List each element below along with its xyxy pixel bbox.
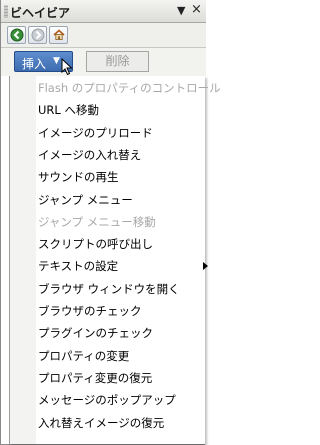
menu-item[interactable]: ブラウザ ウィンドウを開く	[38, 280, 204, 298]
menu-item: Flash のプロパティのコントロール	[38, 81, 221, 95]
behaviors-panel: ビヘイビア ▼ × 挿入 ▼ 削除 Flash のプロパティのコントロール UR…	[0, 0, 221, 445]
chevron-down-icon: ▼	[53, 56, 60, 66]
menu-item[interactable]: ジャンプ メニュー	[38, 191, 204, 209]
panel-toolbar	[1, 23, 206, 48]
panel-collapse-icon[interactable]: ▼	[177, 5, 185, 17]
panel-title: ビヘイビア	[10, 6, 71, 20]
menu-item[interactable]: URL へ移動	[38, 101, 204, 119]
menu-item[interactable]: プロパティの変更	[38, 347, 204, 365]
drag-grip-icon[interactable]	[4, 5, 8, 18]
mouse-cursor-icon	[61, 58, 73, 76]
menu-icon-gutter	[10, 76, 36, 444]
insert-button-label: 挿入	[22, 57, 47, 71]
menu-item[interactable]: プラグインのチェック	[38, 324, 204, 342]
submenu-arrow-icon	[203, 262, 208, 270]
insert-dropdown-menu: Flash のプロパティのコントロール URL へ移動 イメージのプリロード イメージ…	[9, 76, 221, 444]
panel-close-icon[interactable]: ×	[191, 3, 202, 16]
panel-titlebar[interactable]: ビヘイビア ▼ ×	[1, 0, 206, 23]
menu-item[interactable]: イメージの入れ替え	[38, 146, 204, 164]
menu-item[interactable]: スクリプトの呼び出し	[38, 235, 204, 253]
menu-item: ジャンプ メニュー移動	[38, 215, 156, 229]
home-icon	[53, 29, 65, 40]
menu-item[interactable]: ブラウザのチェック	[38, 302, 204, 320]
show-set-events-button[interactable]	[7, 26, 26, 44]
menu-item[interactable]: サウンドの再生	[38, 168, 204, 186]
delete-button[interactable]: 削除	[86, 51, 149, 72]
menu-item[interactable]: メッセージのポップアップ	[38, 391, 204, 409]
show-all-events-icon	[31, 28, 45, 42]
menu-item[interactable]: 入れ替えイメージの復元	[38, 414, 204, 432]
show-set-events-icon	[10, 28, 24, 42]
menu-item[interactable]: テキストの設定	[38, 257, 204, 275]
menu-item[interactable]: イメージのプリロード	[38, 124, 204, 142]
show-all-events-button[interactable]	[28, 26, 47, 44]
menu-item[interactable]: プロパティ変更の復元	[38, 369, 204, 387]
home-button[interactable]	[49, 26, 68, 44]
